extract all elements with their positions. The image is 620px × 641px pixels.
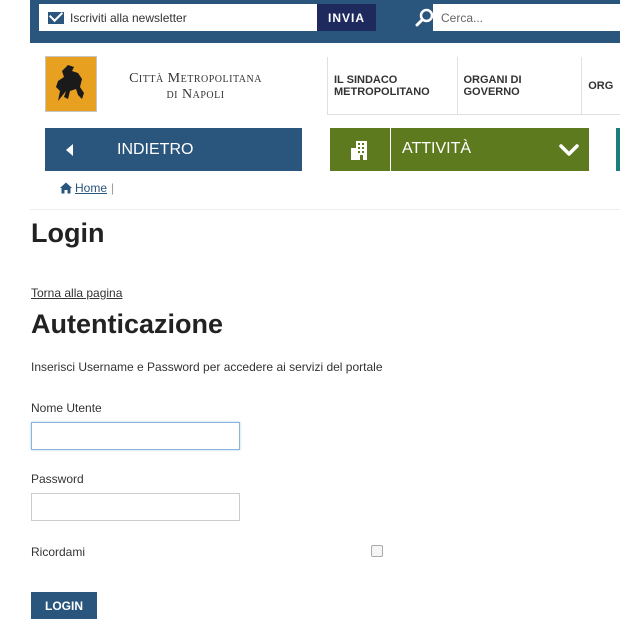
nav-item-organi-di-governo[interactable]: ORGANI DI GOVERNO xyxy=(456,57,582,115)
breadcrumb-home-link[interactable]: Home xyxy=(75,181,107,195)
newsletter-label: Iscriviti alla newsletter xyxy=(70,10,187,25)
back-button-label: INDIETRO xyxy=(117,140,194,158)
menu-button-partial[interactable] xyxy=(616,128,620,171)
breadcrumb-divider xyxy=(30,209,620,210)
remember-me-label: Ricordami xyxy=(31,545,86,559)
attivita-menu-label: ATTIVITÀ xyxy=(402,140,472,157)
search-field[interactable] xyxy=(433,4,620,31)
password-field[interactable] xyxy=(31,493,240,521)
username-field[interactable] xyxy=(31,422,240,450)
return-to-page-link[interactable]: Torna alla pagina xyxy=(31,286,122,300)
search-icon[interactable] xyxy=(415,8,435,28)
top-bar: Iscriviti alla newsletter INVIA xyxy=(30,0,620,43)
intro-text: Inserisci Username e Password per accede… xyxy=(31,360,383,374)
username-label: Nome Utente xyxy=(31,401,102,415)
horse-logo-icon xyxy=(56,65,84,101)
mail-icon xyxy=(48,11,64,24)
newsletter-signup[interactable]: Iscriviti alla newsletter xyxy=(39,4,334,31)
building-icon xyxy=(351,140,367,160)
back-button[interactable]: INDIETRO xyxy=(45,128,302,171)
logo[interactable] xyxy=(45,56,97,112)
org-name-line2: di Napoli xyxy=(166,87,225,102)
nav-item-org[interactable]: ORG xyxy=(581,57,620,115)
breadcrumb-separator: | xyxy=(111,181,115,195)
org-name[interactable]: Città Metropolitana di Napoli xyxy=(108,71,283,103)
login-button[interactable]: LOGIN xyxy=(31,592,97,619)
remember-me-checkbox[interactable] xyxy=(371,545,383,557)
home-icon xyxy=(60,182,72,194)
org-name-line1: Città Metropolitana xyxy=(129,71,262,86)
password-label: Password xyxy=(31,472,84,486)
nav-divider xyxy=(327,114,620,115)
breadcrumb: Home | xyxy=(60,181,114,195)
nav-item-sindaco[interactable]: IL SINDACO METROPOLITANO xyxy=(327,57,457,115)
page-title: Login xyxy=(31,218,105,248)
top-navigation: IL SINDACO METROPOLITANO ORGANI DI GOVER… xyxy=(327,57,620,115)
attivita-menu-button[interactable]: ATTIVITÀ xyxy=(330,128,589,171)
chevron-left-icon xyxy=(66,143,73,156)
building-icon-box xyxy=(330,128,391,171)
section-title: Autenticazione xyxy=(31,309,224,339)
chevron-down-icon xyxy=(559,144,579,156)
search-input[interactable] xyxy=(439,9,620,26)
newsletter-submit-button[interactable]: INVIA xyxy=(317,4,376,31)
